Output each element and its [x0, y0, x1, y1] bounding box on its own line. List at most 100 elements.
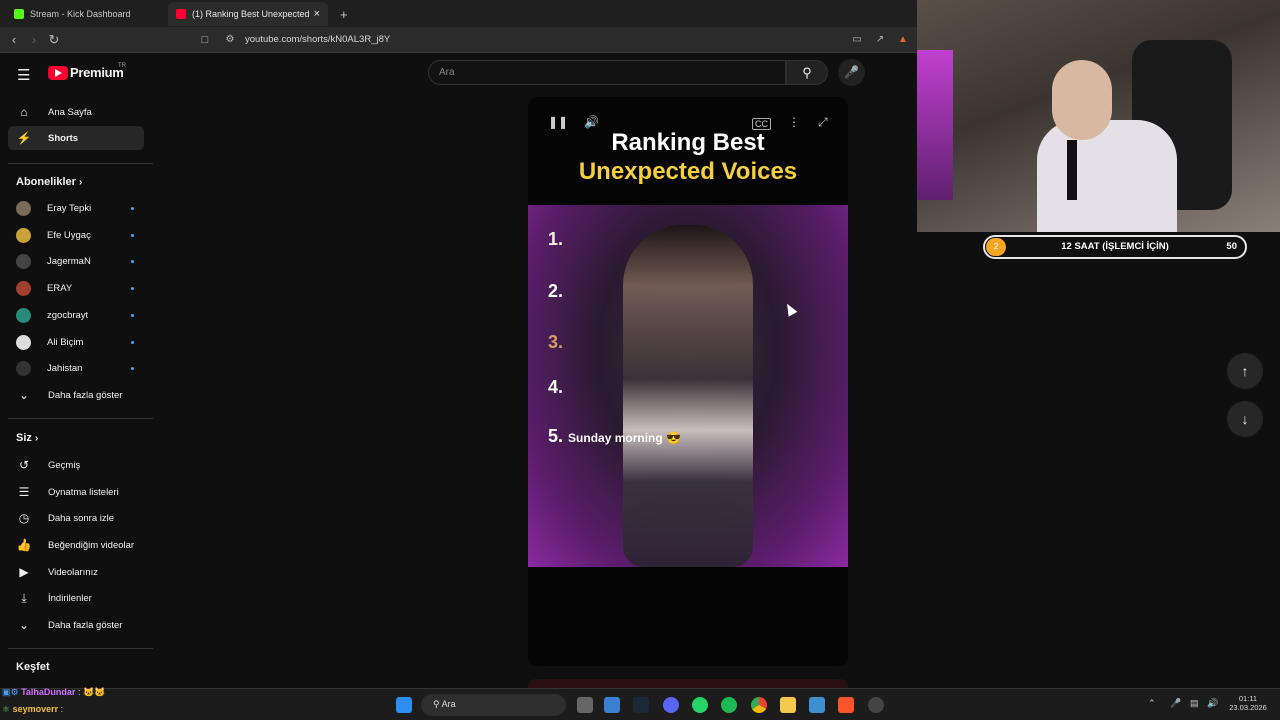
- store-icon[interactable]: [604, 697, 620, 713]
- taskbar-clock[interactable]: 01:11 23.03.2026: [1228, 694, 1268, 712]
- sidebar-item-playlists[interactable]: ☰ Oynatma listeleri: [8, 480, 144, 504]
- pause-icon[interactable]: ❚❚: [548, 115, 568, 129]
- taskbar-search[interactable]: ⚲ Ara: [421, 694, 566, 716]
- chevron-down-icon: ⌄: [18, 618, 30, 632]
- subscription-item[interactable]: Ali Biçim: [8, 330, 144, 354]
- close-tab-icon[interactable]: ×: [314, 8, 320, 20]
- sidebar-item-liked-videos[interactable]: 👍 Beğendiğim videolar: [8, 533, 144, 557]
- tray-network-icon[interactable]: ▤: [1190, 698, 1199, 709]
- next-short-preview[interactable]: [528, 679, 848, 688]
- sidebar-item-downloads[interactable]: ⤓ İndirilenler: [8, 586, 144, 610]
- windows-start-icon[interactable]: [396, 697, 412, 713]
- url-field[interactable]: youtube.com/shorts/kN0AL3R_j8Y: [245, 34, 390, 45]
- share-icon[interactable]: ↗: [872, 32, 888, 48]
- sidebar-item-home[interactable]: ⌂ Ana Sayfa: [8, 100, 144, 124]
- sidebar-item-watch-later[interactable]: ◷ Daha sonra izle: [8, 506, 144, 530]
- chat-username: seymoverr: [12, 704, 59, 714]
- rank-2-label: 2.: [548, 281, 564, 301]
- pc-case-lights: [917, 50, 953, 200]
- app-icon[interactable]: [809, 697, 825, 713]
- voice-search-button[interactable]: 🎤: [838, 59, 865, 86]
- new-tab-button[interactable]: +: [332, 2, 356, 26]
- rank-5-row: 5. Sunday morning 😎: [548, 426, 681, 447]
- search-input[interactable]: Ara: [428, 60, 786, 85]
- tab-label: (1) Ranking Best Unexpected: [192, 9, 310, 19]
- cast-icon[interactable]: ▭: [849, 32, 865, 48]
- bookmark-icon[interactable]: □: [197, 32, 213, 48]
- sidebar-item-label: Geçmiş: [48, 459, 81, 471]
- chat-message: ▣⚙ TalhaDundar : 🐱🐱: [2, 687, 106, 697]
- you-heading[interactable]: Siz ›: [16, 432, 38, 444]
- tab-kick-dashboard[interactable]: Stream - Kick Dashboard: [6, 2, 166, 26]
- clock-icon: ◷: [18, 511, 30, 525]
- next-short-button[interactable]: ↓: [1227, 401, 1263, 437]
- whatsapp-icon[interactable]: [692, 697, 708, 713]
- clock-time: 01:11: [1238, 694, 1258, 703]
- task-view-icon[interactable]: [577, 697, 593, 713]
- avatar: [16, 280, 31, 296]
- file-explorer-icon[interactable]: [780, 697, 796, 713]
- chat-message: ⚛ seymoverr :: [2, 704, 64, 714]
- subscription-item[interactable]: Efe Uygaç: [8, 223, 144, 247]
- sidebar-item-shorts[interactable]: ⚡ Shorts: [8, 126, 144, 150]
- taskbar-search-label: Ara: [441, 699, 456, 709]
- stream-goal-bar: 2 12 SAAT (İŞLEMCİ İÇİN) 50: [983, 235, 1247, 259]
- back-icon[interactable]: ‹: [6, 32, 22, 48]
- channel-name: ERAY: [47, 282, 73, 294]
- show-more-you-button[interactable]: ⌄ Daha fazla göster: [8, 613, 144, 637]
- more-options-icon[interactable]: ⋮: [788, 115, 800, 129]
- reload-icon[interactable]: ↻: [46, 32, 62, 48]
- tab-youtube-short[interactable]: (1) Ranking Best Unexpected ×: [168, 2, 328, 26]
- singer-figure: [623, 225, 753, 567]
- subscription-item[interactable]: ERAY: [8, 276, 144, 300]
- sidebar-item-label: Daha sonra izle: [48, 512, 115, 524]
- divider: [8, 418, 153, 419]
- subscription-item[interactable]: Jahistan: [8, 356, 144, 380]
- video-title-line2: Unexpected Voices: [578, 158, 798, 185]
- microphone-arm: [1067, 140, 1077, 200]
- previous-short-button[interactable]: ↑: [1227, 353, 1263, 389]
- chrome-icon[interactable]: [751, 697, 767, 713]
- sidebar-item-label: Beğendiğim videolar: [48, 539, 135, 551]
- obs-icon[interactable]: [868, 697, 884, 713]
- channel-name: zgocbrayt: [47, 309, 89, 321]
- spotify-icon[interactable]: [721, 697, 737, 713]
- subscriptions-heading[interactable]: Abonelikler ›: [16, 176, 82, 188]
- sidebar-item-label: Oynatma listeleri: [48, 486, 119, 498]
- subscription-item[interactable]: zgocbrayt: [8, 303, 144, 327]
- volume-icon[interactable]: 🔊: [584, 115, 599, 129]
- subscription-item[interactable]: JagermaN: [8, 249, 144, 273]
- avatar: [16, 334, 31, 350]
- video-title-line1: Ranking Best: [611, 129, 765, 156]
- youtube-favicon-icon: [176, 9, 186, 19]
- tray-volume-icon[interactable]: 🔊: [1207, 698, 1218, 709]
- subscription-item[interactable]: Eray Tepki: [8, 196, 144, 220]
- rank-5-label: 5.: [548, 426, 564, 446]
- tray-chevron-up-icon[interactable]: ⌃: [1148, 698, 1156, 709]
- webcam-feed: [917, 0, 1280, 232]
- avatar: [16, 227, 31, 243]
- tray-microphone-icon[interactable]: 🎤: [1170, 698, 1181, 709]
- sidebar-item-label: Videolarınız: [48, 566, 98, 578]
- sidebar-item-label: Daha fazla göster: [48, 389, 123, 401]
- shorts-video-player[interactable]: ❚❚ 🔊 CC ⋮ ⤢ Ranking Best Unexpected Voic…: [528, 97, 848, 666]
- discord-icon[interactable]: [663, 697, 679, 713]
- chevron-right-icon: ›: [78, 177, 83, 188]
- show-more-subscriptions-button[interactable]: ⌄ Daha fazla göster: [8, 383, 144, 407]
- channel-name: Efe Uygaç: [47, 229, 91, 241]
- windows-taskbar: ⚲ Ara ⌃ 🎤 ▤ 🔊 01:11 23.03.2026: [0, 688, 1280, 720]
- search-button[interactable]: ⚲: [786, 60, 828, 85]
- forward-icon[interactable]: ›: [26, 32, 42, 48]
- sidebar-item-your-videos[interactable]: ▶ Videolarınız: [8, 560, 144, 584]
- chat-badge-icon: ⚛: [2, 704, 11, 714]
- brave-shield-icon[interactable]: ▲: [895, 32, 911, 48]
- fullscreen-icon[interactable]: ⤢: [818, 115, 828, 130]
- brave-icon[interactable]: [838, 697, 854, 713]
- search-icon: ⚲: [802, 65, 812, 80]
- sidebar-item-label: Ana Sayfa: [48, 106, 92, 118]
- sidebar-item-history[interactable]: ↺ Geçmiş: [8, 453, 144, 477]
- site-info-icon[interactable]: ⚙: [222, 32, 238, 48]
- clock-date: 23.03.2026: [1229, 703, 1267, 712]
- steam-icon[interactable]: [633, 697, 649, 713]
- new-content-dot: [131, 259, 134, 263]
